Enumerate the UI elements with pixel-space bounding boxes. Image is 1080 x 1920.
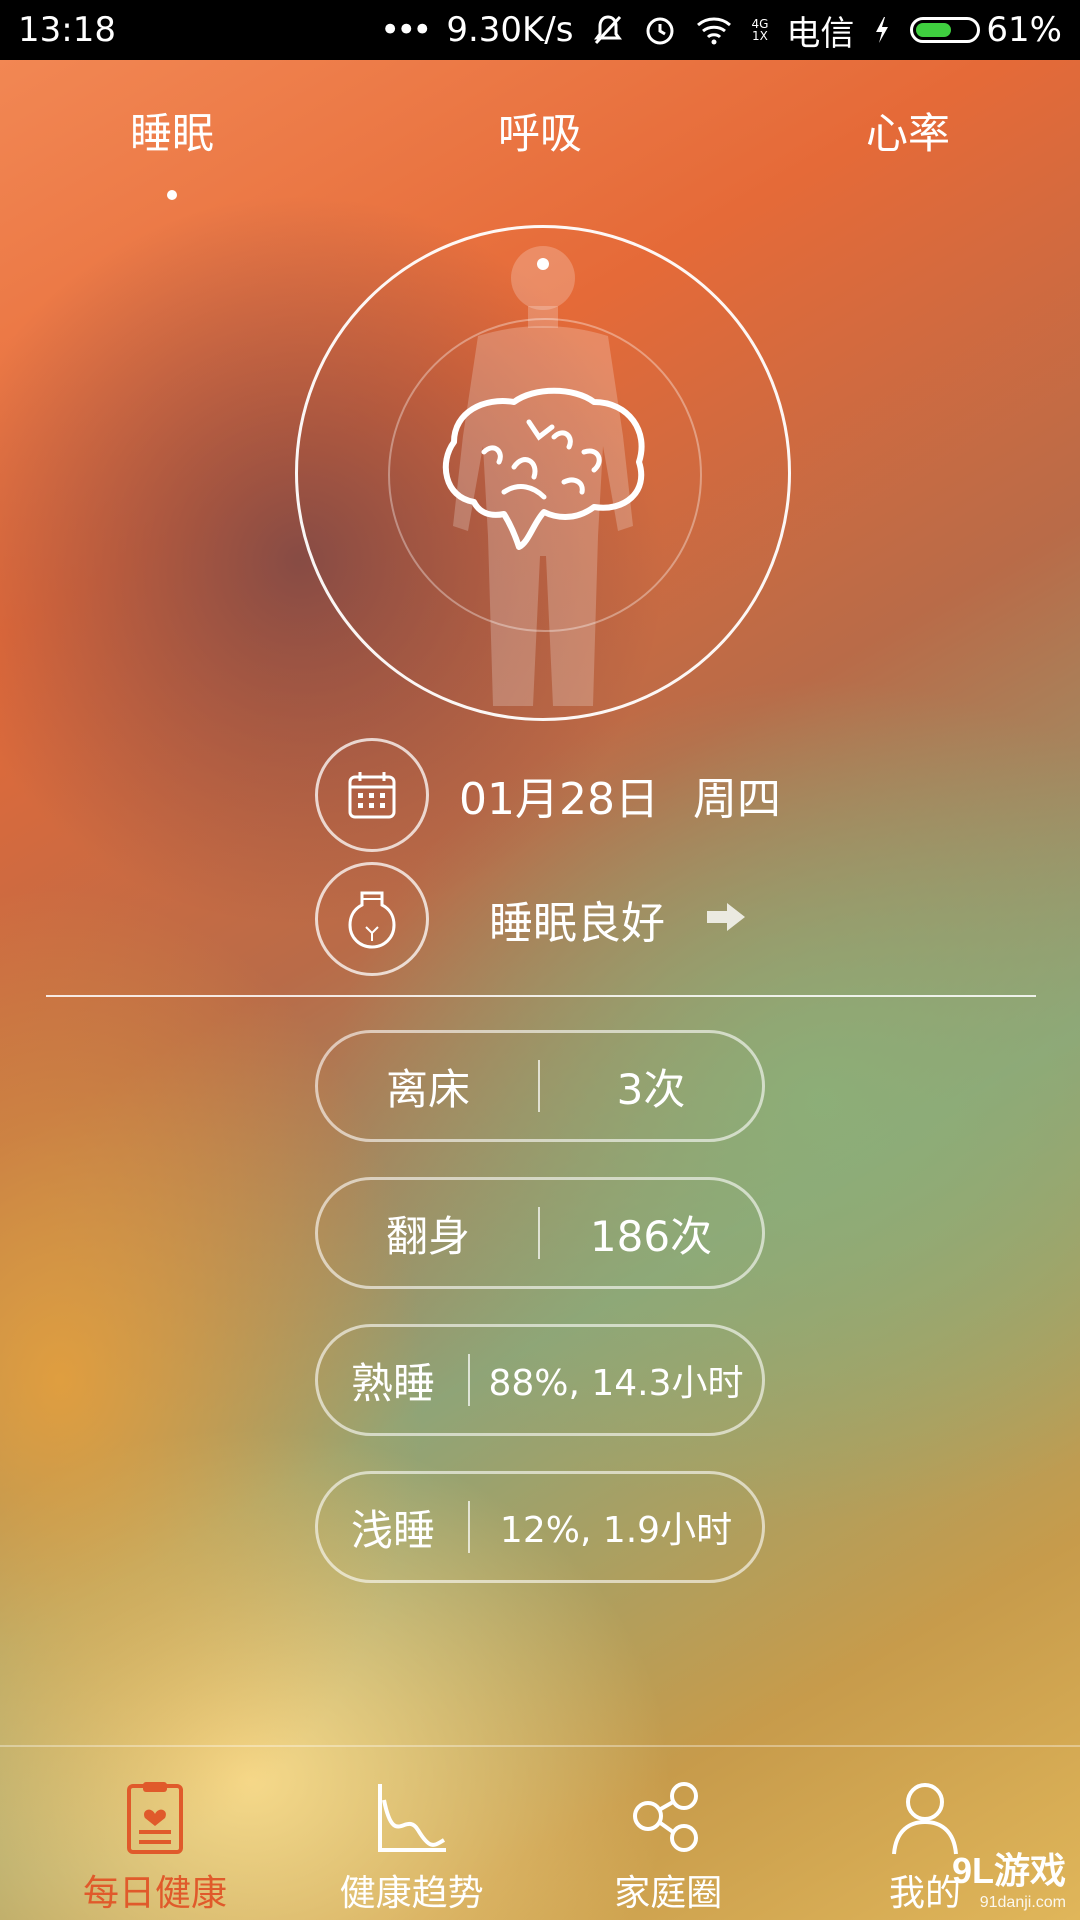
more-dots-icon: ••• — [380, 10, 432, 50]
metric-label: 熟睡 — [350, 1358, 435, 1408]
sleep-hero-circle — [295, 225, 791, 721]
tab-breathing-label: 呼吸 — [497, 109, 582, 158]
active-tab-indicator — [167, 190, 177, 200]
nav-daily-health-label: 每日健康 — [82, 1873, 227, 1914]
date-row: 01月28日 周四 — [315, 738, 875, 852]
metric-label: 浅睡 — [350, 1505, 435, 1555]
nav-health-trend[interactable]: 健康趋势 — [297, 1750, 527, 1920]
sleep-status-text: 睡眠良好 — [489, 898, 665, 949]
tab-heart-rate-label: 心率 — [865, 109, 950, 158]
network-speed: 9.30K/s — [446, 10, 574, 50]
mute-bell-icon — [591, 13, 625, 47]
metric-label: 离床 — [385, 1064, 470, 1114]
nav-profile-label: 我的 — [888, 1873, 961, 1914]
metric-deep-sleep: 熟睡 88%, 14.3小时 — [315, 1324, 765, 1436]
date-label: 01月28日 — [459, 774, 659, 825]
metric-light-sleep: 浅睡 12%, 1.9小时 — [315, 1471, 765, 1583]
nav-family-circle-label: 家庭圈 — [614, 1873, 723, 1914]
weekday-label: 周四 — [692, 774, 781, 825]
charging-icon — [872, 15, 892, 45]
trend-chart-icon — [377, 1784, 446, 1852]
network-type-bottom: 1X — [752, 29, 768, 43]
signal-icon: 4G 1X — [751, 18, 768, 42]
calendar-button[interactable] — [315, 738, 429, 852]
battery-indicator: 61% — [910, 10, 1062, 50]
tab-breathing[interactable]: 呼吸 — [498, 100, 582, 180]
sleep-status-row[interactable]: 睡眠良好 — [315, 862, 875, 976]
metric-value: 88%, 14.3小时 — [488, 1363, 744, 1404]
sleep-tip-button[interactable] — [315, 862, 429, 976]
clipboard-heart-icon — [127, 1782, 183, 1854]
nav-family-circle[interactable]: 家庭圈 — [553, 1750, 783, 1920]
battery-icon — [910, 17, 981, 43]
nav-health-trend-label: 健康趋势 — [339, 1873, 484, 1914]
brain-icon — [442, 387, 645, 550]
top-tabs: 睡眠 呼吸 心率 — [0, 100, 1080, 200]
watermark-logo: 9L游戏 — [951, 1850, 1066, 1891]
bottom-navigation: 每日健康 健康趋势 家庭圈 我的 — [0, 1750, 1080, 1920]
calendar-icon — [348, 772, 396, 819]
lightbulb-icon — [348, 891, 396, 949]
metric-label: 翻身 — [385, 1211, 470, 1261]
battery-fill — [916, 23, 952, 37]
battery-percent: 61% — [986, 10, 1062, 50]
status-bar: 13:18 ••• 9.30K/s 4G 1X 电信 61% — [0, 0, 1080, 60]
tab-heart-rate[interactable]: 心率 — [866, 100, 950, 180]
watermark: 9L游戏 91danji.com — [952, 1842, 1066, 1912]
tab-sleep-label: 睡眠 — [130, 109, 215, 158]
metric-turn-over: 翻身 186次 — [315, 1177, 765, 1289]
family-circle-icon — [633, 1782, 699, 1852]
section-divider — [46, 995, 1036, 997]
tab-sleep[interactable]: 睡眠 — [130, 100, 215, 200]
alarm-clock-icon — [643, 13, 677, 47]
bottom-nav-divider — [0, 1745, 1080, 1747]
watermark-url: 91danji.com — [979, 1894, 1066, 1911]
metric-value: 12%, 1.9小时 — [499, 1510, 733, 1551]
metric-out-of-bed: 离床 3次 — [315, 1030, 765, 1142]
arrow-right-icon — [705, 901, 747, 937]
user-icon — [891, 1783, 958, 1855]
metric-value: 186次 — [589, 1211, 713, 1261]
wifi-icon — [695, 15, 733, 45]
metric-value: 3次 — [616, 1064, 686, 1114]
carrier-name: 电信 — [786, 13, 855, 54]
status-time: 13:18 — [18, 10, 116, 50]
nav-daily-health[interactable]: 每日健康 — [40, 1750, 270, 1920]
